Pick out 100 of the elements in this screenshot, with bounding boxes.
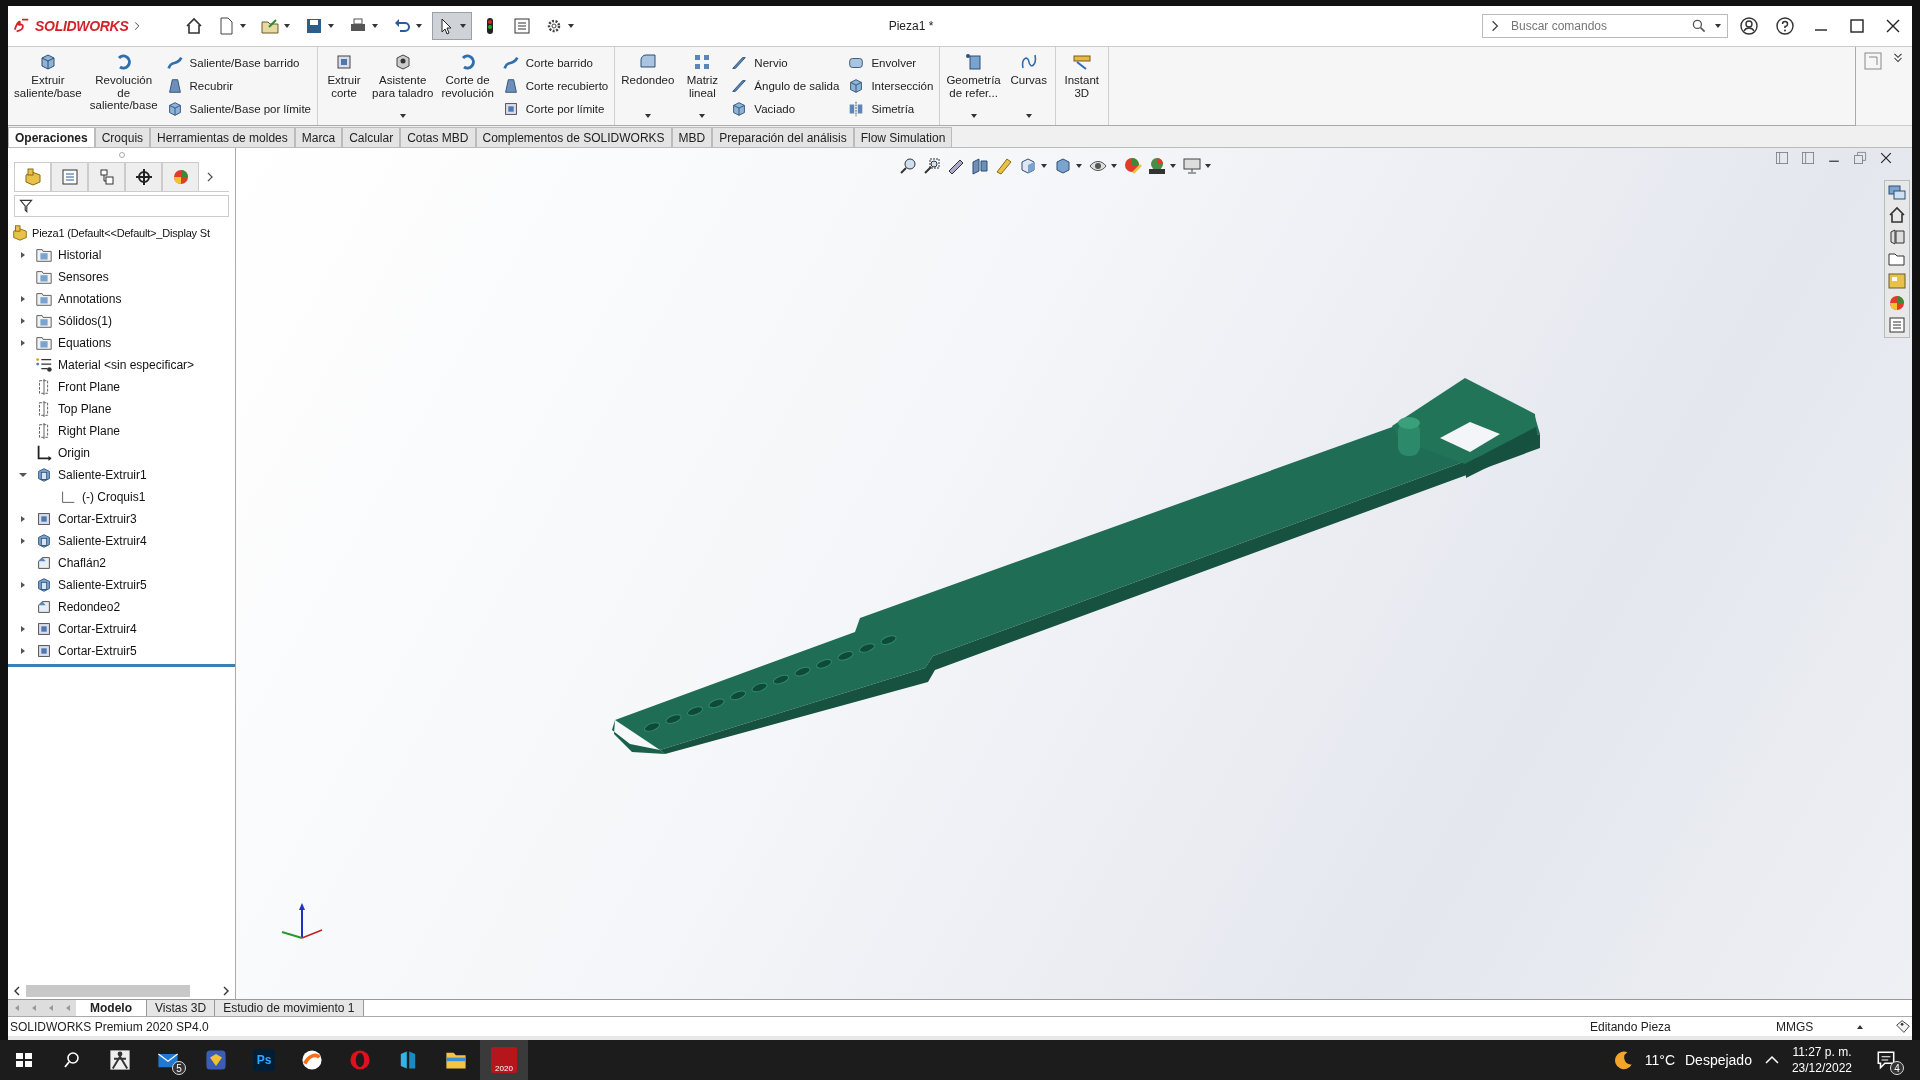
weather-text[interactable]: Despejado bbox=[1685, 1052, 1752, 1068]
start-icon[interactable] bbox=[14, 1050, 34, 1070]
moon-icon[interactable] bbox=[1612, 1049, 1635, 1071]
panel-icon[interactable] bbox=[1800, 150, 1816, 166]
view-toolbar-button[interactable] bbox=[970, 156, 990, 176]
tree-item[interactable]: Right Plane bbox=[58, 424, 121, 438]
view-toolbar-button[interactable] bbox=[898, 156, 918, 176]
expand-icon[interactable] bbox=[1891, 51, 1905, 65]
ribbon-button[interactable]: Nervio bbox=[728, 52, 842, 73]
tree-item[interactable]: Saliente-Extruir5 bbox=[58, 578, 147, 592]
ribbon-button[interactable]: Corte barrido bbox=[499, 52, 611, 73]
ribbon-button[interactable]: Recubrir bbox=[163, 76, 313, 96]
panel-icon[interactable] bbox=[1774, 150, 1790, 166]
ribbon-button[interactable]: Asistente para taladro bbox=[370, 49, 436, 123]
maximize-icon[interactable] bbox=[1847, 16, 1867, 36]
ribbon-button[interactable]: Corte recubierto bbox=[499, 76, 611, 96]
custom-properties-icon[interactable] bbox=[1887, 315, 1907, 335]
command-tab[interactable]: Complementos de SOLIDWORKS bbox=[475, 127, 672, 147]
toolbar-button[interactable] bbox=[432, 12, 472, 40]
ribbon-button[interactable]: Matriz lineal bbox=[680, 49, 725, 123]
ribbon-button[interactable]: Redondeo bbox=[619, 49, 677, 123]
tree-item[interactable]: (-) Croquis1 bbox=[82, 490, 146, 504]
tree-item[interactable]: Annotations bbox=[58, 292, 122, 306]
temperature-text[interactable]: 11°C bbox=[1644, 1052, 1675, 1068]
ribbon-button[interactable]: Extruir saliente/base bbox=[12, 49, 84, 123]
view-toolbar-button[interactable] bbox=[1053, 156, 1084, 176]
resources-icon[interactable] bbox=[1887, 183, 1907, 203]
command-tab[interactable]: Cotas MBD bbox=[400, 127, 476, 147]
ribbon-button[interactable]: Ángulo de salida bbox=[728, 76, 842, 96]
ribbon-button[interactable]: Extruir corte bbox=[322, 49, 366, 123]
tree-item[interactable]: Cortar-Extruir4 bbox=[58, 622, 137, 636]
panel-tab[interactable] bbox=[125, 162, 162, 191]
command-tab[interactable]: Operaciones bbox=[8, 127, 95, 147]
taskbar-app[interactable]: 5 bbox=[144, 1040, 192, 1080]
taskbar-app[interactable]: 2020 bbox=[480, 1040, 528, 1080]
search-icon[interactable] bbox=[62, 1050, 82, 1070]
model-tab[interactable]: Vistas 3D bbox=[147, 1000, 216, 1016]
close-icon[interactable] bbox=[1878, 150, 1894, 166]
tree-item[interactable]: Top Plane bbox=[58, 402, 112, 416]
splitter-handle-icon[interactable] bbox=[117, 151, 126, 159]
command-tab[interactable]: Calcular bbox=[342, 127, 401, 147]
tree-item[interactable]: Front Plane bbox=[58, 380, 121, 394]
tree-item[interactable]: Historial bbox=[58, 248, 102, 262]
ribbon-button[interactable]: Geometría de refer... bbox=[944, 49, 1003, 123]
account-icon[interactable] bbox=[1739, 16, 1759, 36]
tree-item[interactable]: Chaflán2 bbox=[58, 556, 107, 570]
scroll-left-icon[interactable] bbox=[12, 984, 22, 998]
ribbon-button[interactable]: Saliente/Base barrido bbox=[163, 52, 313, 73]
home-icon[interactable] bbox=[1887, 205, 1907, 225]
reference-geometry-icon bbox=[963, 52, 984, 72]
clock-date[interactable]: 23/12/2022 bbox=[1791, 1060, 1852, 1076]
ribbon-button[interactable]: Simetría bbox=[845, 99, 936, 120]
scrollbar-thumb[interactable] bbox=[26, 985, 190, 997]
command-tab[interactable]: Marca bbox=[294, 127, 343, 147]
scroll-right-icon[interactable] bbox=[221, 984, 231, 998]
app-logo: SOLIDWORKS bbox=[35, 18, 129, 34]
ribbon-button[interactable]: Revolución de saliente/base bbox=[87, 49, 160, 123]
tree-item[interactable]: Cortar-Extruir3 bbox=[58, 512, 137, 526]
command-tab[interactable]: MBD bbox=[671, 127, 713, 147]
command-tab[interactable]: Flow Simulation bbox=[853, 127, 953, 147]
taskbar-app[interactable]: Ps bbox=[240, 1040, 288, 1080]
expanded-arrow-icon[interactable] bbox=[18, 470, 28, 480]
model-tab[interactable]: Estudio de movimiento 1 bbox=[215, 1000, 364, 1016]
tree-item[interactable]: Material <sin especificar> bbox=[58, 358, 195, 372]
ribbon-button[interactable]: Vaciado bbox=[728, 99, 842, 120]
feature-icon bbox=[35, 532, 53, 550]
view-toolbar-button[interactable] bbox=[1147, 156, 1178, 176]
tree-item[interactable]: Equations bbox=[58, 336, 112, 350]
folder-icon bbox=[35, 334, 53, 352]
tree-item[interactable]: Origin bbox=[58, 446, 90, 460]
clock-time[interactable]: 11:27 p. m. bbox=[1792, 1044, 1852, 1060]
help-icon[interactable] bbox=[1775, 16, 1795, 36]
cut-extrude-icon bbox=[334, 52, 354, 72]
tree-item[interactable]: Saliente-Extruir1 bbox=[58, 468, 147, 482]
command-tab[interactable]: Croquis bbox=[94, 127, 151, 147]
tag-icon[interactable] bbox=[1894, 1017, 1912, 1036]
ribbon-button[interactable]: Curvas bbox=[1006, 49, 1051, 123]
command-tab[interactable]: Preparación del análisis bbox=[712, 127, 854, 147]
ribbon-button[interactable]: Envolver bbox=[845, 52, 936, 73]
ribbon-button[interactable]: Corte de revolución bbox=[439, 49, 496, 123]
ribbon-button[interactable]: Saliente/Base por límite bbox=[163, 99, 313, 120]
filter-field[interactable] bbox=[14, 195, 229, 217]
restore-icon[interactable] bbox=[1852, 150, 1868, 166]
design-library-icon[interactable] bbox=[1887, 227, 1907, 247]
view-palette-icon[interactable] bbox=[1887, 271, 1907, 291]
ribbon-button[interactable]: Instant 3D bbox=[1059, 49, 1104, 123]
view-toolbar-button[interactable] bbox=[922, 156, 942, 176]
tree-item[interactable]: Sólidos(1) bbox=[58, 314, 113, 328]
tree-item[interactable]: Sensores bbox=[58, 270, 109, 284]
ring-app-icon bbox=[348, 1048, 372, 1072]
command-tab[interactable]: Herramientas de moldes bbox=[150, 127, 295, 147]
units-text[interactable]: MMGS bbox=[1776, 1019, 1854, 1034]
tree-item[interactable]: Cortar-Extruir5 bbox=[58, 644, 137, 658]
ribbon-button[interactable]: Corte por límite bbox=[499, 99, 611, 120]
tree-item[interactable]: Pieza1 (Default<<Default>_Display St bbox=[32, 227, 210, 239]
tree-item[interactable]: Redondeo2 bbox=[58, 600, 121, 614]
ribbon-button[interactable]: Intersección bbox=[845, 76, 936, 96]
tree-item[interactable]: Saliente-Extruir4 bbox=[58, 534, 147, 548]
search-box[interactable]: Buscar comandos bbox=[1482, 14, 1728, 38]
appearances-icon[interactable] bbox=[1887, 293, 1907, 313]
